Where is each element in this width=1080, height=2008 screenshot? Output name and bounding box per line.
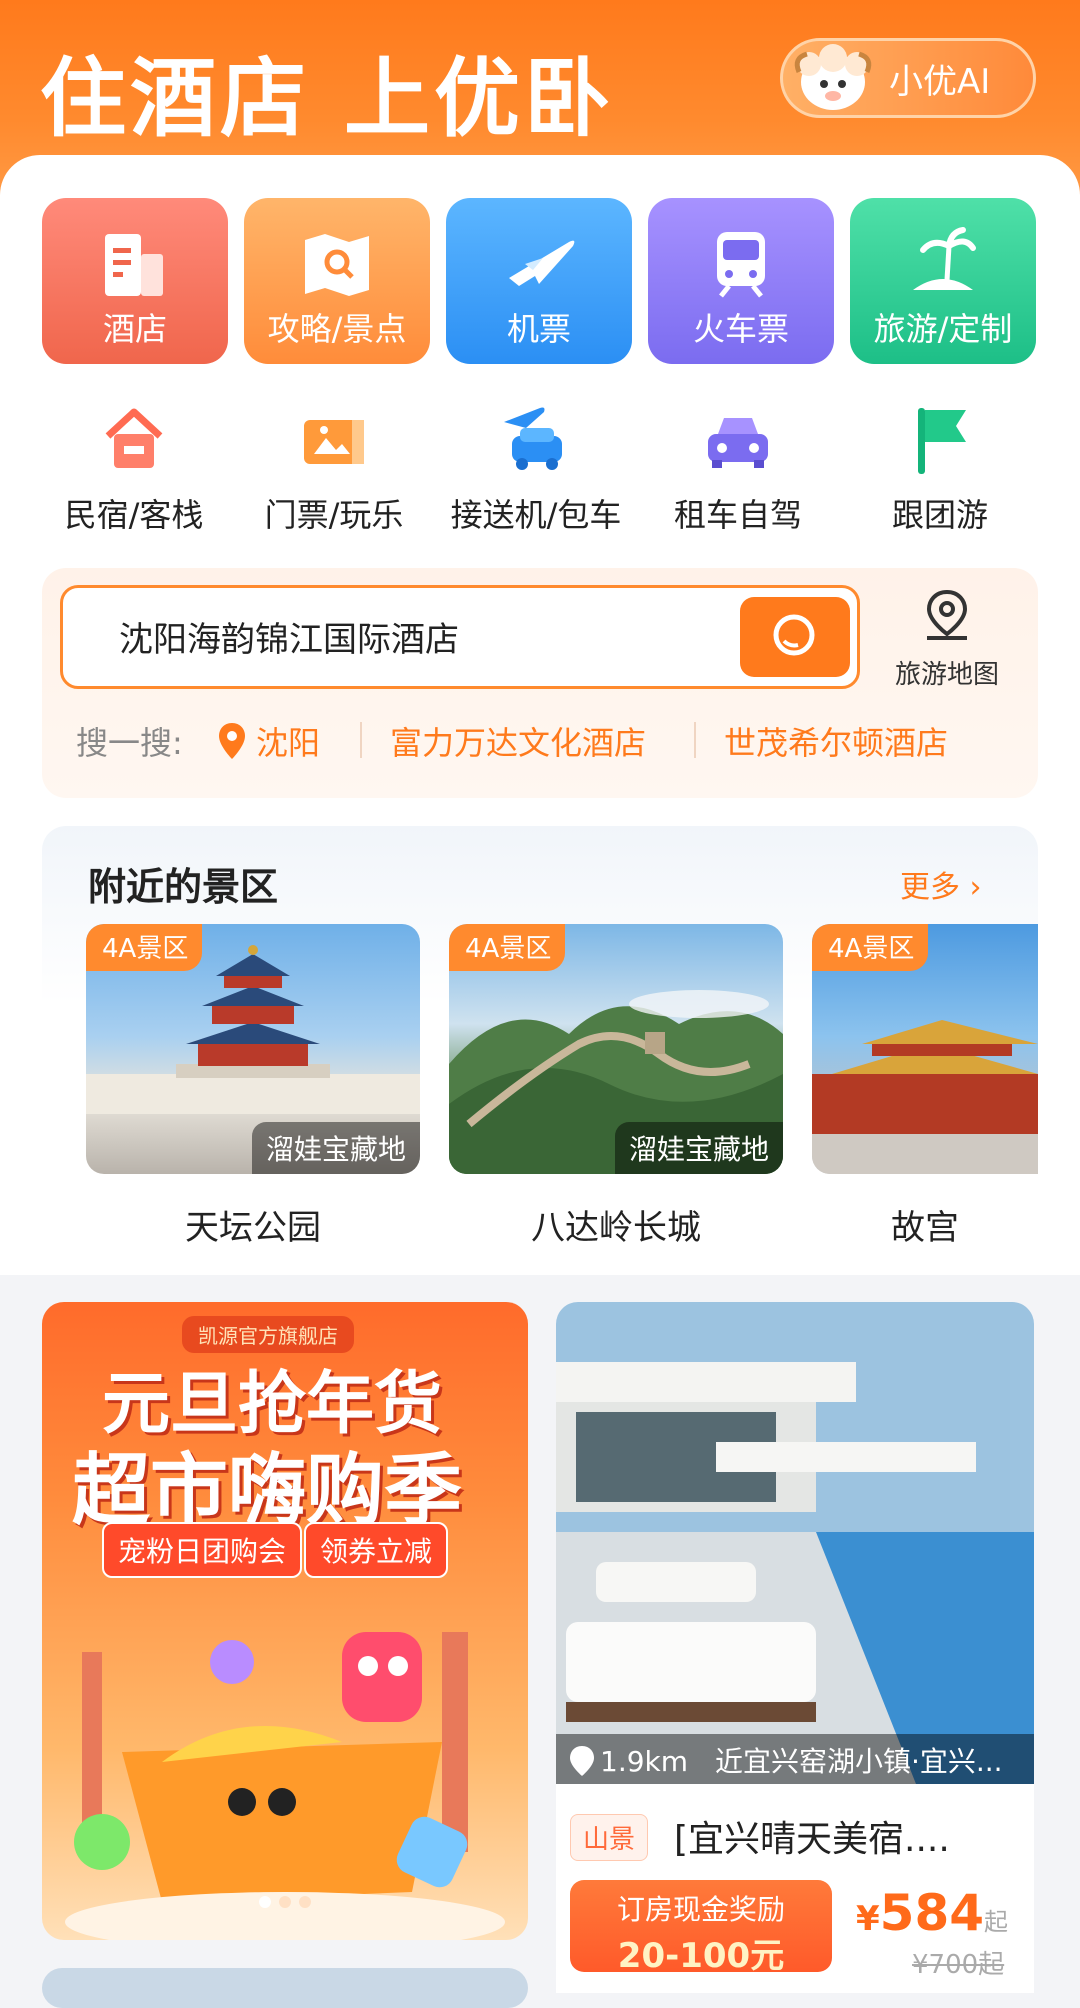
promo-tag: 领券立减 <box>304 1522 449 1578</box>
feed-card-partial[interactable] <box>42 1968 528 2008</box>
flag-icon <box>900 400 980 480</box>
search-icon <box>773 614 815 656</box>
tile-label: 火车票 <box>692 310 789 348</box>
reward-line-2: 20-100元 <box>617 1936 785 1976</box>
search-input-value: 沈阳海韵锦江国际酒店 <box>119 620 459 660</box>
hotel-price: ¥584起 <box>856 1884 1008 1942</box>
search-button[interactable] <box>740 597 850 677</box>
hotel-tag: 山景 <box>570 1814 649 1861</box>
hot-search-item[interactable]: 世茂希尔顿酒店 <box>724 718 948 764</box>
hotel-location-info: 1.9km 近宜兴窑湖小镇·宜兴... <box>600 1740 1003 1780</box>
spot-name: 天坛公园 <box>185 1208 321 1248</box>
shortcut-label: 跟团游 <box>891 496 988 534</box>
promo-tag: 宠粉日团购会 <box>102 1522 303 1578</box>
shortcut-label: 租车自驾 <box>673 496 802 534</box>
house-icon <box>94 400 174 480</box>
hot-location-label: 沈阳 <box>256 724 321 762</box>
spot-card[interactable]: 4A景区 溜娃宝藏地 <box>449 924 783 1174</box>
hot-search-location[interactable]: 沈阳 <box>216 718 320 764</box>
shortcut-label: 门票/玩乐 <box>264 496 404 534</box>
shortcut-homestay[interactable]: 民宿/客栈 <box>34 400 234 540</box>
tile-label: 攻略/景点 <box>267 310 407 348</box>
travel-map-label: 旅游地图 <box>894 660 999 690</box>
shopping-basket-illustration <box>65 1632 505 1940</box>
tile-label: 旅游/定制 <box>873 310 1013 348</box>
shortcut-tickets[interactable]: 门票/玩乐 <box>234 400 434 540</box>
nearby-more-link[interactable]: 更多 › <box>900 862 982 906</box>
spot-badge: 4A景区 <box>86 924 203 971</box>
tile-label: 机票 <box>506 310 571 348</box>
spot-badge: 4A景区 <box>812 924 929 971</box>
car-plane-icon <box>496 400 576 480</box>
tile-tour[interactable]: 旅游/定制 <box>850 198 1036 364</box>
spot-badge: 4A景区 <box>449 924 566 971</box>
tile-flight[interactable]: 机票 <box>446 198 632 364</box>
tile-label: 酒店 <box>102 310 167 348</box>
shortcut-label: 民宿/客栈 <box>64 496 204 534</box>
spot-watermark: 溜娃宝藏地 <box>251 1122 420 1174</box>
hotel-title: [宜兴晴天美宿.... <box>674 1819 950 1860</box>
building-icon <box>95 224 175 304</box>
airplane-icon <box>499 224 579 304</box>
chevron-right-icon: › <box>969 870 982 905</box>
sheep-mascot-icon <box>793 42 873 114</box>
shortcut-label: 接送机/包车 <box>450 496 622 534</box>
hot-search-prefix: 搜一搜: <box>76 724 183 762</box>
train-icon <box>701 224 781 304</box>
location-pin-icon <box>219 723 245 759</box>
reward-line-1: 订房现金奖励 <box>616 1893 785 1926</box>
travel-map-button[interactable]: 旅游地图 <box>882 588 1012 698</box>
shortcut-car-rental[interactable]: 租车自驾 <box>638 400 838 540</box>
spot-card[interactable]: 4A景区 <box>812 924 1038 1174</box>
app-title: 住酒店 上优卧 <box>40 49 614 149</box>
ticket-icon <box>294 400 374 480</box>
map-search-icon <box>297 224 377 304</box>
map-pin-icon <box>926 589 968 640</box>
hot-search-item[interactable]: 富力万达文化酒店 <box>390 718 646 764</box>
hotel-distance: 1.9km <box>600 1745 689 1778</box>
hotel-photo <box>556 1302 1034 1784</box>
price-value: 584 <box>879 1884 985 1942</box>
price-suffix: 起 <box>984 1908 1009 1936</box>
divider <box>694 722 696 758</box>
nearby-title: 附近的景区 <box>88 865 279 909</box>
hotel-card[interactable]: 1.9km 近宜兴窑湖小镇·宜兴... 山景 [宜兴晴天美宿.... 订房现金奖… <box>556 1302 1034 1993</box>
tile-guide[interactable]: 攻略/景点 <box>244 198 430 364</box>
more-label: 更多 <box>900 870 960 905</box>
ai-assistant-button[interactable]: 小优AI <box>780 38 1036 118</box>
cash-reward-badge: 订房现金奖励 20-100元 <box>570 1880 832 1976</box>
spot-card[interactable]: 4A景区 溜娃宝藏地 <box>86 924 420 1174</box>
palm-island-icon <box>903 224 983 304</box>
hotel-location: 近宜兴窑湖小镇·宜兴... <box>714 1745 1003 1778</box>
shortcut-group-tour[interactable]: 跟团游 <box>840 400 1040 540</box>
shortcut-transfer[interactable]: 接送机/包车 <box>436 400 636 540</box>
price-symbol: ¥ <box>856 1899 880 1939</box>
promo-banner[interactable]: 凯源官方旗舰店 元旦抢年货 超市嗨购季 宠粉日团购会 领券立减 <box>42 1302 528 1940</box>
car-icon <box>698 400 778 480</box>
tile-hotel[interactable]: 酒店 <box>42 198 228 364</box>
spot-watermark: 溜娃宝藏地 <box>614 1122 783 1174</box>
original-price: ¥700起 <box>912 1950 1005 1980</box>
spot-name: 故宫 <box>891 1208 959 1248</box>
tile-train[interactable]: 火车票 <box>648 198 834 364</box>
spot-name: 八达岭长城 <box>531 1208 701 1248</box>
divider <box>360 722 362 758</box>
ai-assistant-label: 小优AI <box>889 61 991 102</box>
